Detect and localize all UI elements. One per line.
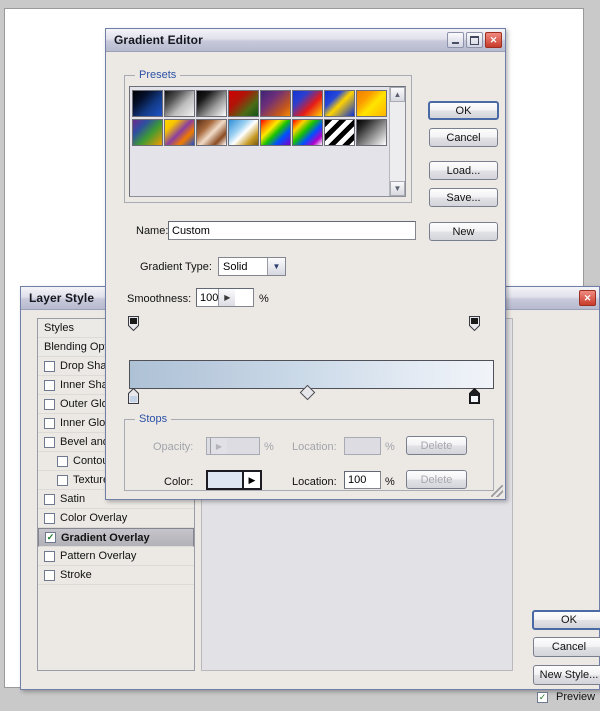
gradient-type-value: Solid: [223, 260, 248, 273]
opacity-label: Opacity:: [153, 441, 194, 453]
preview-label: Preview: [556, 691, 596, 703]
opacity-input: ▶: [206, 437, 260, 455]
preset-swatch-black-white-2[interactable]: [356, 119, 387, 146]
layer-style-preview-toggle[interactable]: ✓ Preview: [537, 691, 595, 703]
preset-swatch-violet-green-orange[interactable]: [132, 119, 163, 146]
smoothness-value: 100: [200, 291, 219, 304]
scroll-down-icon[interactable]: ▼: [390, 181, 405, 196]
smoothness-input[interactable]: 100 ▶: [196, 288, 254, 307]
gradient-type-label: Gradient Type:: [140, 261, 212, 273]
gradient-editor-title: Gradient Editor: [114, 33, 203, 47]
effect-label: Pattern Overlay: [60, 550, 137, 562]
stops-group-label: Stops: [135, 413, 172, 425]
preset-swatch-black-blue[interactable]: [132, 90, 163, 117]
effect-label: Color Overlay: [60, 512, 128, 524]
opacity-unit: %: [264, 441, 274, 453]
effect-label: Gradient Overlay: [61, 531, 150, 544]
preset-swatch-blue-yellow-blue[interactable]: [324, 90, 355, 117]
ls-effect-row[interactable]: Pattern Overlay: [38, 547, 194, 566]
effect-checkbox[interactable]: ✓: [45, 532, 56, 543]
layer-style-close-icon[interactable]: ✕: [579, 290, 596, 306]
effect-checkbox[interactable]: [44, 550, 55, 562]
effect-checkbox[interactable]: [44, 398, 55, 410]
presets-list[interactable]: ▲ ▼: [129, 86, 406, 197]
smoothness-stepper-icon[interactable]: ▶: [218, 289, 236, 306]
preset-swatch-blue-red-yellow[interactable]: [292, 90, 323, 117]
preset-swatch-violet-orange[interactable]: [260, 90, 291, 117]
opacity-location-input: [344, 437, 381, 455]
save-button[interactable]: Save...: [429, 188, 498, 207]
ls-effect-row[interactable]: Color Overlay: [38, 509, 194, 528]
effect-checkbox[interactable]: [57, 474, 68, 486]
minimize-icon[interactable]: [447, 32, 464, 48]
gradient-type-select[interactable]: Solid ▼: [218, 257, 286, 276]
preset-swatch-foreground-to-transparent[interactable]: [164, 90, 195, 117]
preset-swatch-red-green[interactable]: [228, 90, 259, 117]
effect-label: Texture: [73, 474, 110, 486]
ok-button[interactable]: OK: [428, 101, 499, 120]
opacity-stop-left[interactable]: [128, 316, 139, 332]
effect-checkbox[interactable]: [44, 569, 55, 581]
smoothness-unit: %: [259, 293, 269, 305]
smoothness-label: Smoothness:: [127, 293, 192, 305]
ls-effect-row[interactable]: ✓ Gradient Overlay: [38, 528, 194, 547]
color-swatch[interactable]: [208, 472, 242, 488]
ls-effect-row[interactable]: Stroke: [38, 566, 194, 585]
gradient-editor-titlebar[interactable]: Gradient Editor ✕: [106, 29, 505, 52]
preset-swatch-black-white[interactable]: [196, 90, 227, 117]
new-button[interactable]: New: [429, 222, 498, 241]
presets-scrollbar[interactable]: ▲ ▼: [389, 87, 405, 196]
opacity-location-label: Location:: [292, 441, 337, 453]
preset-swatch-copper[interactable]: [196, 119, 227, 146]
scroll-up-icon[interactable]: ▲: [390, 87, 405, 102]
color-label: Color:: [164, 476, 194, 488]
preview-checkbox[interactable]: ✓: [537, 691, 548, 703]
opacity-stop-right[interactable]: [469, 316, 480, 332]
preset-swatch-transparent-rainbow[interactable]: [292, 119, 323, 146]
effect-label: Satin: [60, 493, 86, 505]
effect-checkbox[interactable]: [44, 436, 55, 448]
color-picker-arrow-icon[interactable]: ▶: [242, 472, 260, 488]
opacity-delete-button: Delete: [406, 436, 467, 455]
presets-group-label: Presets: [135, 69, 181, 81]
color-stop-left[interactable]: [128, 387, 139, 404]
effect-checkbox[interactable]: [57, 455, 68, 467]
effect-label: Stroke: [60, 569, 92, 581]
color-location-input[interactable]: 100: [344, 471, 381, 489]
opacity-stepper-icon: ▶: [210, 438, 227, 454]
effect-checkbox[interactable]: [44, 360, 55, 372]
layer-style-new-style-button[interactable]: New Style...: [533, 665, 600, 685]
effect-checkbox[interactable]: [44, 493, 55, 505]
name-label: Name:: [136, 225, 169, 237]
layer-style-cancel-button[interactable]: Cancel: [533, 637, 600, 657]
color-delete-button: Delete: [406, 470, 467, 489]
preset-swatch-chrome[interactable]: [228, 119, 259, 146]
cancel-button[interactable]: Cancel: [429, 128, 498, 147]
color-stop-right[interactable]: [469, 387, 480, 404]
resize-grip[interactable]: [491, 485, 503, 497]
opacity-location-unit: %: [385, 441, 395, 453]
close-icon[interactable]: ✕: [485, 32, 502, 48]
color-location-unit: %: [385, 476, 395, 488]
maximize-icon[interactable]: [466, 32, 483, 48]
preset-swatch-yellow-violet-orange-blue[interactable]: [164, 119, 195, 146]
effect-checkbox[interactable]: [44, 379, 55, 391]
preset-swatch-orange-yellow-orange[interactable]: [356, 90, 387, 117]
effect-checkbox[interactable]: [44, 512, 55, 524]
gradient-editor-dialog: Gradient Editor ✕ Presets ▶ ▲ ▼: [105, 28, 506, 500]
gradient-preview-bar[interactable]: [129, 360, 494, 389]
color-swatch-control[interactable]: ▶: [206, 470, 262, 490]
load-button[interactable]: Load...: [429, 161, 498, 180]
color-location-label: Location:: [292, 476, 337, 488]
preset-swatch-transparent-stripes[interactable]: [324, 119, 355, 146]
effect-checkbox[interactable]: [44, 417, 55, 429]
gradient-name-input[interactable]: Custom: [168, 221, 416, 240]
chevron-down-icon[interactable]: ▼: [267, 258, 285, 275]
layer-style-ok-button[interactable]: OK: [532, 610, 600, 630]
preset-swatch-spectrum[interactable]: [260, 119, 291, 146]
